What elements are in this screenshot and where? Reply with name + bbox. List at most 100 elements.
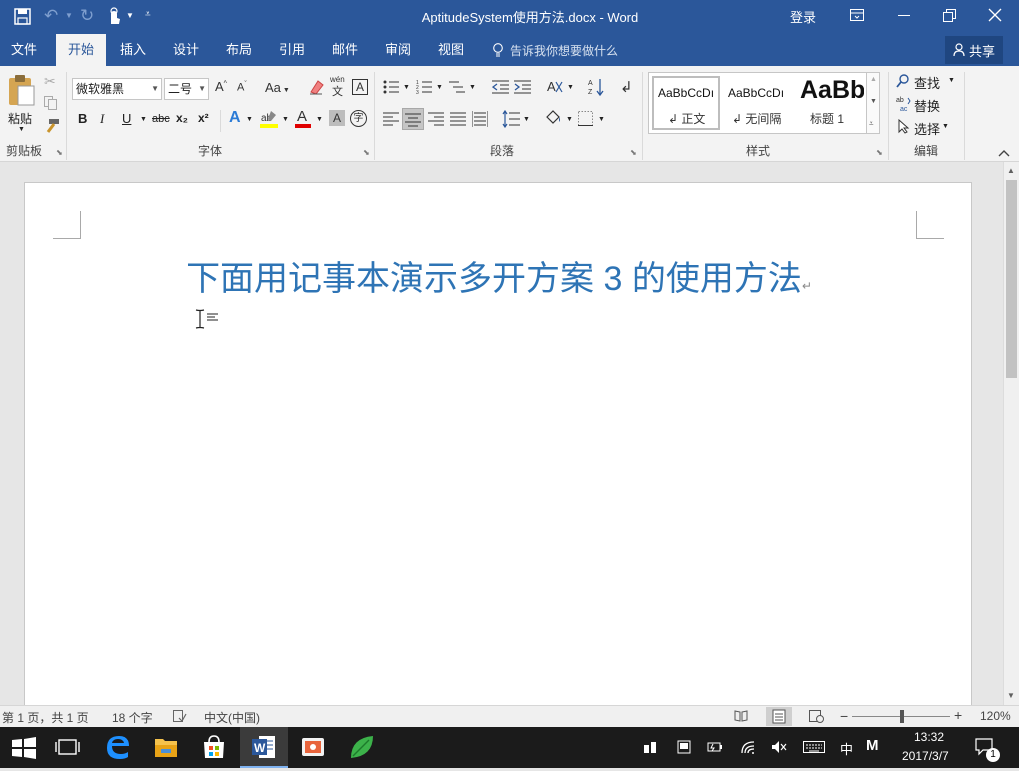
battery-icon[interactable] [707,741,723,753]
bullets-dropdown-icon[interactable]: ▼ [403,84,410,91]
word-taskbar-icon[interactable]: W [240,727,288,768]
scroll-thumb[interactable] [1006,180,1017,378]
align-left-icon[interactable] [383,112,399,126]
increase-indent-icon[interactable] [514,79,531,95]
chinese-layout-dropdown-icon[interactable]: ▼ [567,84,574,91]
paste-button[interactable]: 粘贴 ▼ [4,70,38,136]
multilevel-dropdown-icon[interactable]: ▼ [469,84,476,91]
scroll-up-icon[interactable]: ▲ [1007,166,1015,175]
page-number-info[interactable]: 第 1 页，共 1 页 [2,709,89,726]
styles-more-icon[interactable]: ⩡ [869,119,874,129]
highlight-dropdown-icon[interactable]: ▼ [282,116,289,123]
save-icon[interactable] [14,8,31,25]
styles-up-icon[interactable]: ▲ [870,76,877,83]
strikethrough-button[interactable]: abc [152,113,170,125]
green-leaf-app-icon[interactable] [338,727,386,768]
word-count[interactable]: 18 个字 [112,709,153,726]
format-painter-icon[interactable] [44,119,60,133]
justify-icon[interactable] [450,112,466,126]
subscript-button[interactable]: x₂ [176,111,188,125]
language-indicator[interactable]: 中文(中国) [204,709,260,726]
style-no-spacing[interactable]: AaBbCcDı ↲ 无间隔 [724,76,792,130]
show-marks-icon[interactable]: ↲ [620,78,633,96]
tab-layout[interactable]: 布局 [216,34,262,66]
ime-mode[interactable]: M [866,737,879,754]
style-normal[interactable]: AaBbCcDı ↲ 正文 [652,76,720,130]
shrink-font-icon[interactable]: Aˇ [237,81,247,94]
share-button[interactable]: 共享 [945,36,1003,64]
numbering-dropdown-icon[interactable]: ▼ [436,84,443,91]
font-color-icon[interactable]: A [294,107,312,129]
undo-dropdown-icon[interactable]: ▼ [65,11,73,20]
numbering-icon[interactable]: 123 [416,79,432,96]
cut-icon[interactable]: ✂ [44,73,56,90]
presentation-app-icon[interactable] [289,727,337,768]
underline-dropdown-icon[interactable]: ▼ [140,116,147,123]
close-icon[interactable] [988,8,1002,22]
store-icon[interactable] [190,727,238,768]
tab-references[interactable]: 引用 [269,34,315,66]
grow-font-icon[interactable]: A^ [215,79,227,94]
tab-design[interactable]: 设计 [163,34,209,66]
proofing-icon[interactable] [173,709,187,723]
borders-dropdown-icon[interactable]: ▼ [598,116,605,123]
edge-browser-icon[interactable] [94,727,142,768]
volume-muted-icon[interactable] [771,740,787,754]
touch-dropdown-icon[interactable]: ▼ [126,11,134,20]
line-spacing-dropdown-icon[interactable]: ▼ [523,116,530,123]
ime-language[interactable]: 中 [840,739,853,758]
text-effects-icon[interactable]: A [229,109,241,127]
ribbon-display-options-icon[interactable] [850,9,864,21]
line-spacing-icon[interactable] [502,109,520,129]
collapse-ribbon-icon[interactable] [998,146,1010,157]
clear-formatting-icon[interactable] [308,78,326,96]
tab-home[interactable]: 开始 [56,34,106,66]
tell-me-search[interactable]: 告诉我你想要做什么 [510,42,618,59]
decrease-indent-icon[interactable] [491,79,509,95]
select-button[interactable]: 选择 ▼ [896,118,958,137]
change-case-button[interactable]: Aa ▼ [265,80,290,95]
font-size-combo[interactable]: 二号 ▼ [164,78,209,100]
tab-file[interactable]: 文件 [0,34,48,66]
replace-button[interactable]: ab ac 替换 [896,95,950,114]
enclose-characters-icon[interactable]: 字 [350,110,367,127]
underline-button[interactable]: U [122,111,131,126]
italic-button[interactable]: I [100,111,104,127]
read-mode-icon[interactable] [734,710,748,722]
sort-icon[interactable]: AZ [588,77,606,97]
bullets-icon[interactable] [383,79,399,95]
character-border-icon[interactable]: A [352,79,368,95]
zoom-level[interactable]: 120% [980,709,1011,723]
clock-time[interactable]: 13:32 [914,730,944,744]
character-shading-icon[interactable]: A [329,110,345,126]
align-right-icon[interactable] [428,112,444,126]
zoom-out-button[interactable]: − [840,708,848,724]
tab-review[interactable]: 审阅 [375,34,421,66]
chinese-layout-icon[interactable]: A [546,78,564,96]
windows-start-icon[interactable] [0,727,48,768]
bold-button[interactable]: B [78,111,87,126]
print-layout-icon[interactable] [766,707,792,726]
shading-icon[interactable] [544,109,562,127]
clock-date[interactable]: 2017/3/7 [902,749,949,763]
multilevel-list-icon[interactable] [449,79,465,95]
text-effects-dropdown-icon[interactable]: ▼ [246,116,253,123]
styles-down-icon[interactable]: ▼ [870,98,877,105]
align-center-icon[interactable] [402,108,424,130]
redo-icon[interactable]: ↻ [80,6,100,26]
shading-dropdown-icon[interactable]: ▼ [566,116,573,123]
touch-mode-icon[interactable] [106,6,122,26]
file-explorer-icon[interactable] [142,727,190,768]
zoom-in-button[interactable]: + [954,707,962,723]
highlight-icon[interactable]: ab [259,109,279,129]
borders-icon[interactable] [578,111,593,126]
paragraph-launcher-icon[interactable]: ⬊ [630,148,637,157]
font-name-combo[interactable]: 微软雅黑 ▼ [72,78,162,100]
task-view-icon[interactable] [44,727,92,768]
vertical-scrollbar[interactable]: ▲ ▼ [1003,162,1019,705]
tablet-mode-icon[interactable] [677,740,691,754]
distributed-icon[interactable] [471,111,489,127]
zoom-slider-thumb[interactable] [900,710,904,723]
minimize-icon[interactable] [898,15,910,16]
login-link[interactable]: 登录 [790,7,816,26]
